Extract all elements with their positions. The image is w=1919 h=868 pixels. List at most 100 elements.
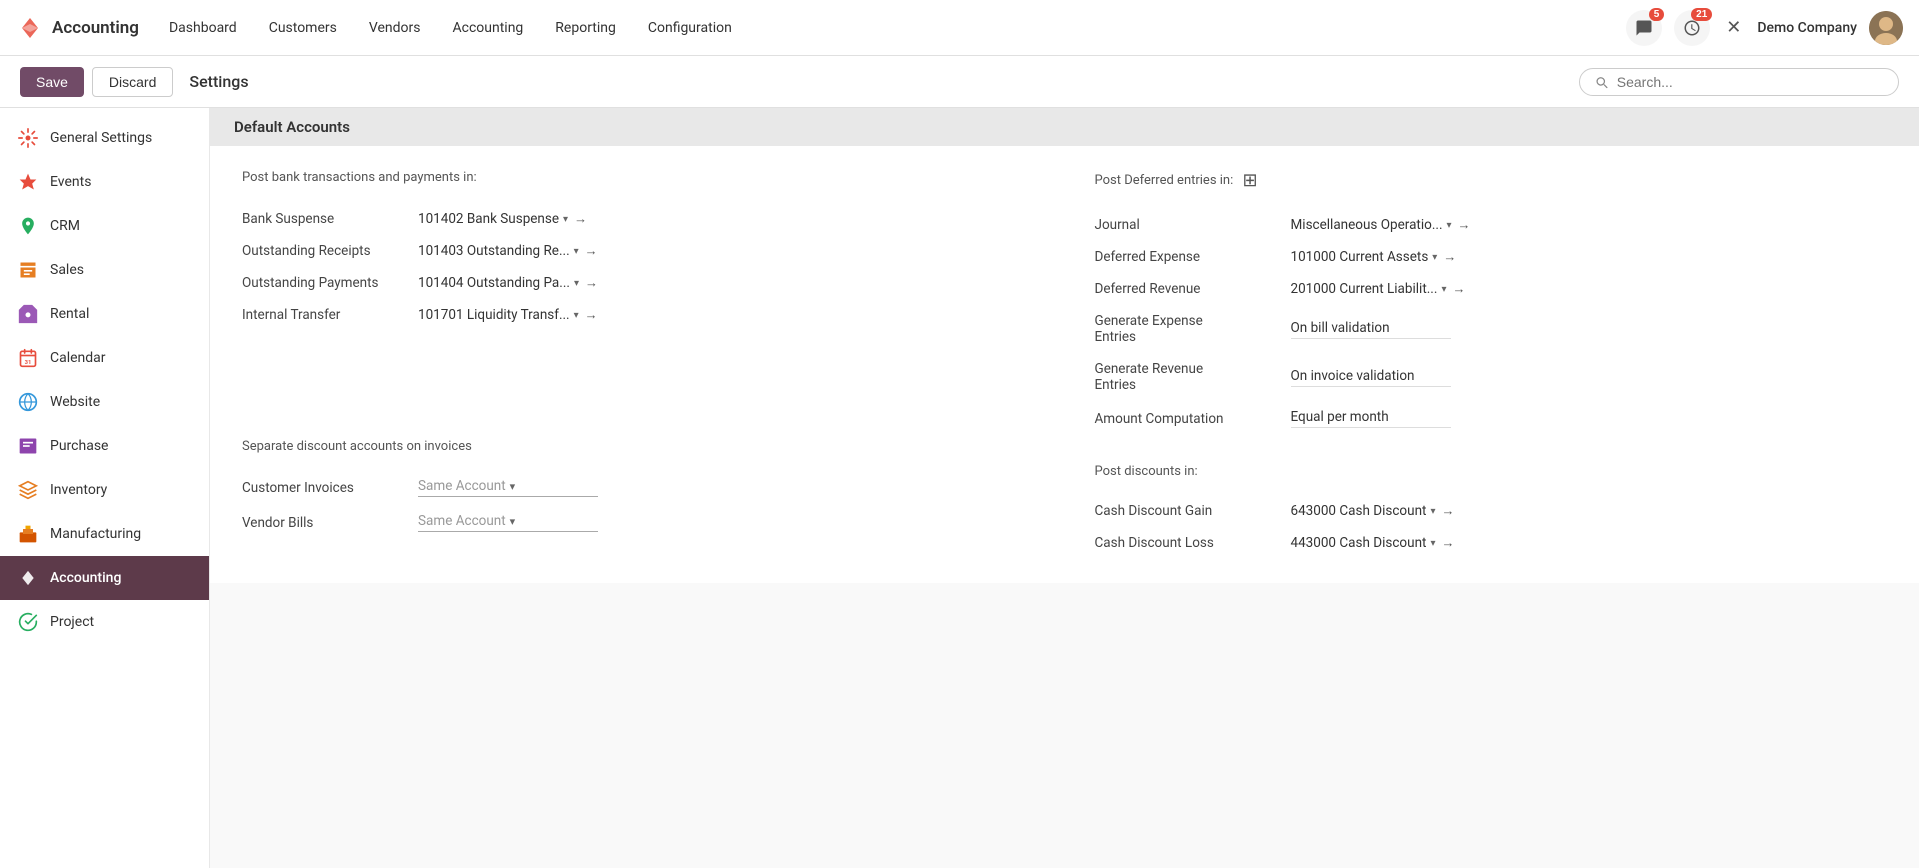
cash-discount-loss-arrow-right[interactable]: → [1441,535,1454,551]
deferred-revenue-row: Deferred Revenue 201000 Current Liabilit… [1095,273,1888,305]
internal-transfer-value: 101701 Liquidity Transf... ▾ → [418,307,598,323]
sidebar-item-manufacturing[interactable]: Manufacturing [0,512,209,556]
sidebar-label-purchase: Purchase [50,438,108,454]
website-icon [16,390,40,414]
vendor-bills-select[interactable]: Same Account ▾ [418,513,598,532]
avatar-image [1869,11,1903,45]
vendor-bills-row: Vendor Bills Same Account ▾ [242,505,1035,540]
content-area: Default Accounts Post bank transactions … [210,108,1919,868]
outstanding-receipts-text: 101403 Outstanding Re... [418,243,570,259]
vendor-bills-arrow: ▾ [510,515,516,528]
bank-suspense-label: Bank Suspense [242,211,402,227]
journal-arrow-right[interactable]: → [1458,217,1471,233]
customer-invoices-select[interactable]: Same Account ▾ [418,478,598,497]
deferred-expense-label: Deferred Expense [1095,249,1275,265]
sidebar-item-sales[interactable]: Sales [0,248,209,292]
cash-discount-gain-row: Cash Discount Gain 643000 Cash Discount … [1095,495,1888,527]
discount-section-title: Separate discount accounts on invoices [242,439,1035,454]
section-body: Post bank transactions and payments in: … [210,146,1919,583]
crm-icon [16,214,40,238]
main-layout: General Settings Events CRM Sales [0,108,1919,868]
cash-discount-gain-label: Cash Discount Gain [1095,503,1275,519]
svg-text:31: 31 [25,360,32,366]
bank-suspense-text: 101402 Bank Suspense [418,211,559,227]
sidebar-item-calendar[interactable]: 31 Calendar [0,336,209,380]
toolbar: Save Discard Settings [0,56,1919,108]
accounting-icon [16,566,40,590]
deferred-expense-dropdown[interactable]: 101000 Current Assets ▾ [1291,249,1438,265]
events-icon [16,170,40,194]
sidebar-item-website[interactable]: Website [0,380,209,424]
cash-discount-gain-arrow-right[interactable]: → [1441,503,1454,519]
internal-transfer-arrow-right[interactable]: → [585,307,598,323]
chat-icon [1635,19,1653,37]
internal-transfer-dropdown-arrow: ▾ [574,310,579,321]
cash-discount-gain-dropdown[interactable]: 643000 Cash Discount ▾ [1291,503,1436,519]
sidebar: General Settings Events CRM Sales [0,108,210,868]
sidebar-label-inventory: Inventory [50,482,107,498]
deferred-expense-arrow-right[interactable]: → [1443,249,1456,265]
vendor-bills-value: Same Account [418,513,506,529]
internal-transfer-row: Internal Transfer 101701 Liquidity Trans… [242,299,1035,331]
nav-configuration[interactable]: Configuration [634,12,746,44]
outstanding-payments-arrow-right[interactable]: → [585,275,598,291]
internal-transfer-dropdown[interactable]: 101701 Liquidity Transf... ▾ [418,307,579,323]
nav-vendors[interactable]: Vendors [355,12,435,44]
search-input[interactable] [1617,74,1884,90]
outstanding-receipts-dropdown[interactable]: 101403 Outstanding Re... ▾ [418,243,579,259]
bank-suspense-dropdown[interactable]: 101402 Bank Suspense ▾ [418,211,568,227]
amount-computation-value: Equal per month [1291,409,1451,428]
outstanding-payments-label: Outstanding Payments [242,275,402,291]
sidebar-item-purchase[interactable]: Purchase [0,424,209,468]
nav-links: Dashboard Customers Vendors Accounting R… [155,12,1626,44]
deferred-expense-row: Deferred Expense 101000 Current Assets ▾… [1095,241,1888,273]
sidebar-label-events: Events [50,174,91,190]
sidebar-item-rental[interactable]: Rental [0,292,209,336]
sidebar-label-rental: Rental [50,306,89,322]
journal-value: Miscellaneous Operatio... ▾ → [1291,217,1471,233]
sidebar-item-crm[interactable]: CRM [0,204,209,248]
sidebar-item-project[interactable]: Project [0,600,209,644]
cash-discount-loss-dropdown-arrow: ▾ [1430,538,1435,549]
cash-discount-loss-label: Cash Discount Loss [1095,535,1275,551]
cash-discount-loss-dropdown[interactable]: 443000 Cash Discount ▾ [1291,535,1436,551]
activities-button[interactable]: 21 [1674,10,1710,46]
rental-icon [16,302,40,326]
nav-customers[interactable]: Customers [255,12,351,44]
outstanding-payments-dropdown[interactable]: 101404 Outstanding Pa... ▾ [418,275,579,291]
deferred-revenue-dropdown[interactable]: 201000 Current Liabilit... ▾ [1291,281,1447,297]
purchase-icon [16,434,40,458]
logo-area[interactable]: Accounting [16,14,139,42]
nav-accounting[interactable]: Accounting [438,12,537,44]
outstanding-payments-dropdown-arrow: ▾ [574,278,579,289]
deferred-revenue-arrow-right[interactable]: → [1452,281,1465,297]
bank-suspense-arrow-right[interactable]: → [574,211,587,227]
outstanding-payments-value: 101404 Outstanding Pa... ▾ → [418,275,598,291]
messages-button[interactable]: 5 [1626,10,1662,46]
save-button[interactable]: Save [20,67,84,97]
gen-expense-entries-label: Generate ExpenseEntries [1095,313,1275,345]
user-avatar[interactable] [1869,11,1903,45]
customer-invoices-value: Same Account [418,478,506,494]
cash-discount-loss-text: 443000 Cash Discount [1291,535,1427,551]
sidebar-label-manufacturing: Manufacturing [50,526,141,542]
sales-icon [16,258,40,282]
nav-reporting[interactable]: Reporting [541,12,630,44]
deferred-revenue-label: Deferred Revenue [1095,281,1275,297]
search-bar [1579,68,1899,96]
discard-button[interactable]: Discard [92,67,173,97]
outstanding-receipts-value: 101403 Outstanding Re... ▾ → [418,243,598,259]
sidebar-label-accounting: Accounting [50,570,121,586]
close-button[interactable]: ✕ [1722,13,1745,42]
sidebar-item-events[interactable]: Events [0,160,209,204]
clock-icon [1683,19,1701,37]
general-settings-icon [16,126,40,150]
vendor-bills-label: Vendor Bills [242,515,402,531]
journal-dropdown[interactable]: Miscellaneous Operatio... ▾ [1291,217,1452,233]
sidebar-item-accounting[interactable]: Accounting [0,556,209,600]
sidebar-item-inventory[interactable]: Inventory [0,468,209,512]
sidebar-item-general-settings[interactable]: General Settings [0,116,209,160]
nav-dashboard[interactable]: Dashboard [155,12,251,44]
deferred-expense-value: 101000 Current Assets ▾ → [1291,249,1457,265]
outstanding-receipts-arrow-right[interactable]: → [585,243,598,259]
